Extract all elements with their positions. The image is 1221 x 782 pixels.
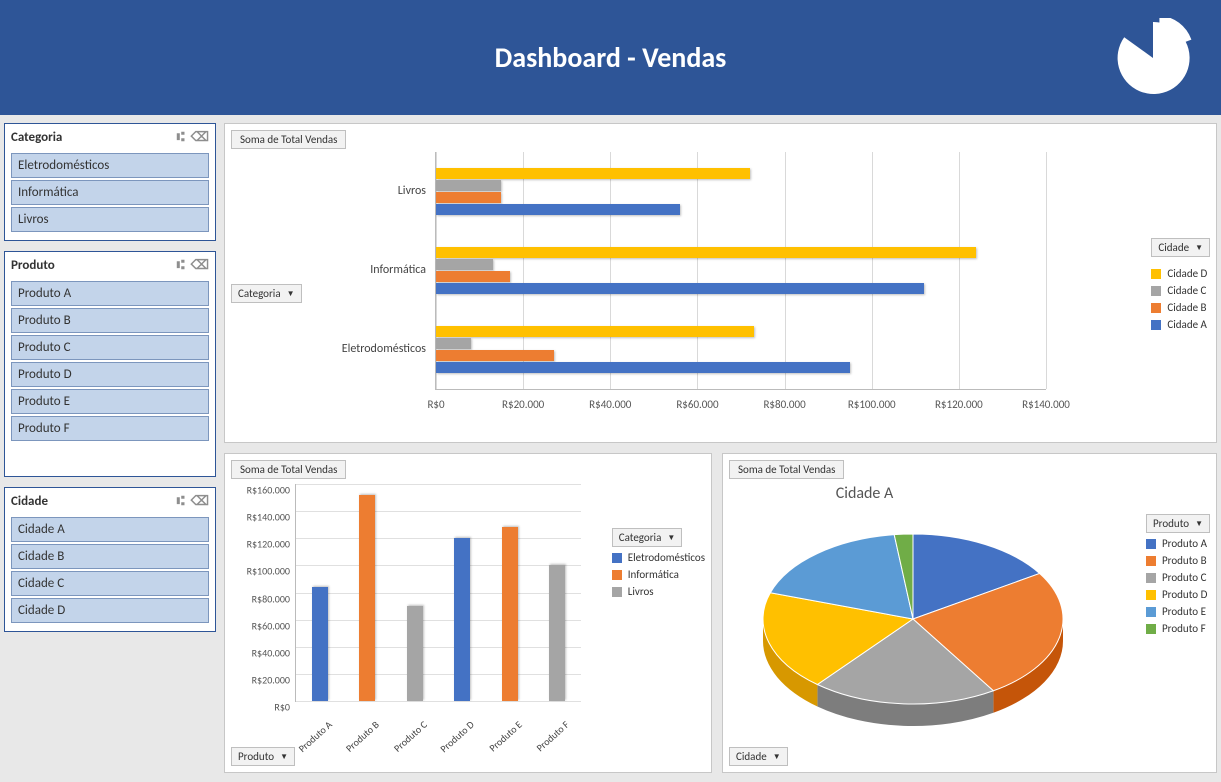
- slicer-item-produto-c[interactable]: Produto C: [11, 335, 209, 360]
- slicer-item-produto-b[interactable]: Produto B: [11, 308, 209, 333]
- chart-plot-area: R$0R$20.000R$40.000R$60.000R$80.000R$100…: [295, 484, 581, 702]
- legend-item: Produto D: [1146, 588, 1210, 601]
- chart-title-label: Soma de Total Vendas: [231, 460, 346, 479]
- dashboard-header: Dashboard - Vendas: [0, 0, 1221, 115]
- clear-filter-icon[interactable]: ⌫: [191, 130, 209, 145]
- pie-title: Cidade A: [723, 484, 1006, 503]
- legend-field-button[interactable]: Produto▼: [1146, 514, 1210, 533]
- chart-legend: Cidade▼ Cidade D Cidade C Cidade B Cidad…: [1151, 238, 1210, 335]
- axis-field-button[interactable]: Cidade▼: [729, 747, 788, 766]
- legend-item: Cidade D: [1151, 267, 1210, 280]
- legend-item: Produto C: [1146, 571, 1210, 584]
- chevron-down-icon: ▼: [667, 533, 675, 543]
- slicer-categoria: Categoria ⑆ ⌫ Eletrodomésticos Informáti…: [4, 123, 216, 241]
- slicer-item-produto-e[interactable]: Produto E: [11, 389, 209, 414]
- multiselect-icon[interactable]: ⑆: [177, 130, 185, 145]
- chart-sales-by-category: Soma de Total Vendas Categoria▼ R$0R$20.…: [224, 123, 1217, 443]
- multiselect-icon[interactable]: ⑆: [177, 494, 185, 509]
- slicer-cidade: Cidade ⑆ ⌫ Cidade A Cidade B Cidade C Ci…: [4, 487, 216, 632]
- multiselect-icon[interactable]: ⑆: [177, 258, 185, 273]
- chevron-down-icon: ▼: [280, 752, 288, 762]
- legend-item: Cidade B: [1151, 301, 1210, 314]
- slicer-item-produto-f[interactable]: Produto F: [11, 416, 209, 441]
- slicer-produto: Produto ⑆ ⌫ Produto A Produto B Produto …: [4, 251, 216, 477]
- legend-item: Produto B: [1146, 554, 1210, 567]
- chart-plot-area: [753, 524, 1073, 734]
- slicer-item-cidade-d[interactable]: Cidade D: [11, 598, 209, 623]
- slicer-title: Produto: [11, 258, 55, 273]
- legend-item: Livros: [612, 585, 705, 598]
- clear-filter-icon[interactable]: ⌫: [191, 494, 209, 509]
- chevron-down-icon: ▼: [773, 752, 781, 762]
- slicer-item-cidade-b[interactable]: Cidade B: [11, 544, 209, 569]
- slicer-item-cidade-c[interactable]: Cidade C: [11, 571, 209, 596]
- chart-title-label: Soma de Total Vendas: [231, 130, 346, 149]
- pie-icon: [1113, 18, 1193, 102]
- slicer-item-eletrodomesticos[interactable]: Eletrodomésticos: [11, 153, 209, 178]
- legend-field-button[interactable]: Cidade▼: [1151, 238, 1210, 257]
- slicer-item-livros[interactable]: Livros: [11, 207, 209, 232]
- legend-item: Cidade A: [1151, 318, 1210, 331]
- page-title: Dashboard - Vendas: [495, 40, 727, 75]
- chevron-down-icon: ▼: [1195, 243, 1203, 253]
- slicer-title: Cidade: [11, 494, 48, 509]
- legend-item: Eletrodomésticos: [612, 551, 705, 564]
- chart-legend: Categoria▼ Eletrodomésticos Informática …: [612, 528, 705, 602]
- chart-plot-area: R$0R$20.000R$40.000R$60.000R$80.000R$100…: [435, 152, 1046, 390]
- chevron-down-icon: ▼: [287, 289, 295, 299]
- axis-field-button[interactable]: Produto▼: [231, 747, 295, 766]
- slicer-item-produto-d[interactable]: Produto D: [11, 362, 209, 387]
- legend-item: Produto E: [1146, 605, 1210, 618]
- axis-field-button[interactable]: Categoria▼: [231, 284, 302, 303]
- chart-legend: Produto▼ Produto A Produto B Produto C P…: [1146, 514, 1210, 639]
- clear-filter-icon[interactable]: ⌫: [191, 258, 209, 273]
- legend-item: Produto A: [1146, 537, 1210, 550]
- legend-item: Produto F: [1146, 622, 1210, 635]
- slicer-item-informatica[interactable]: Informática: [11, 180, 209, 205]
- chart-title-label: Soma de Total Vendas: [729, 460, 844, 479]
- chart-pie-city: Soma de Total Vendas Cidade A Cidade▼ Pr…: [722, 453, 1217, 773]
- slicer-title: Categoria: [11, 130, 62, 145]
- slicer-item-produto-a[interactable]: Produto A: [11, 281, 209, 306]
- chart-sales-by-product: Soma de Total Vendas R$0R$20.000R$40.000…: [224, 453, 712, 773]
- chevron-down-icon: ▼: [1195, 519, 1203, 529]
- legend-item: Informática: [612, 568, 705, 581]
- slicer-sidebar: Categoria ⑆ ⌫ Eletrodomésticos Informáti…: [4, 123, 216, 773]
- slicer-item-cidade-a[interactable]: Cidade A: [11, 517, 209, 542]
- legend-field-button[interactable]: Categoria▼: [612, 528, 683, 547]
- legend-item: Cidade C: [1151, 284, 1210, 297]
